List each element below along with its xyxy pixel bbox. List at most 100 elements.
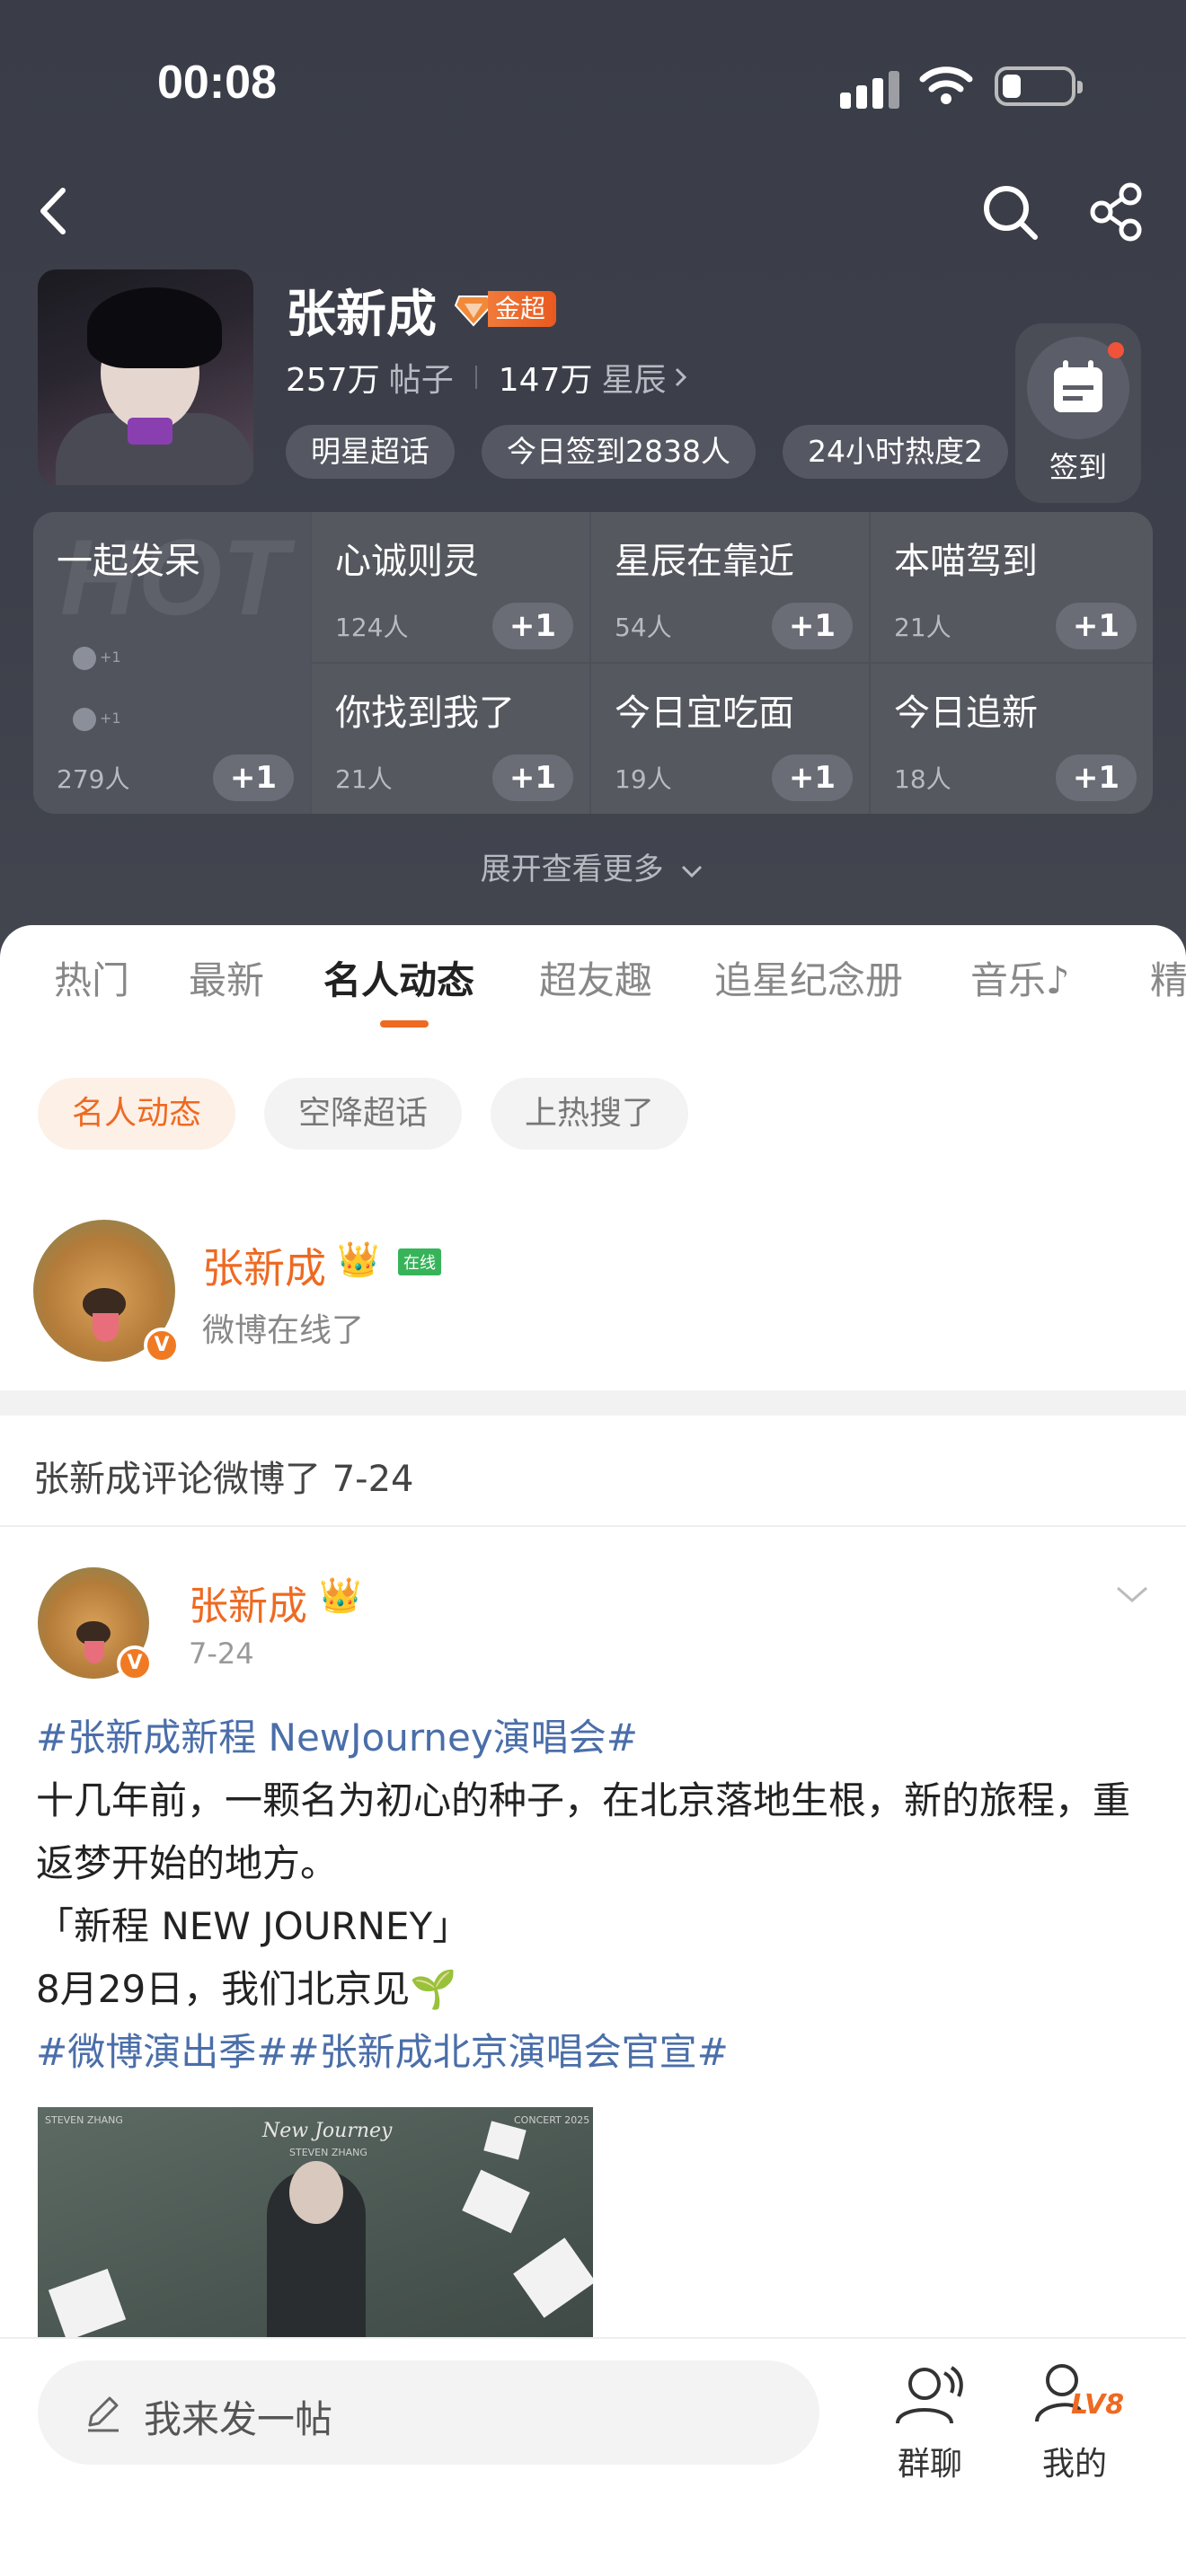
post-line: 「新程 NEW JOURNEY」 xyxy=(36,1904,471,1948)
post-date: 7-24 xyxy=(189,1636,254,1671)
my-profile-label: 我的 xyxy=(1041,2446,1107,2483)
activity-title: 心诚则灵 xyxy=(335,541,479,582)
section-divider xyxy=(0,1390,1186,1416)
subtab-surprise-visit[interactable]: 空降超话 xyxy=(264,1078,463,1150)
wifi-icon xyxy=(919,66,973,104)
activity-count: 21人 xyxy=(335,764,393,794)
post-hashtags[interactable]: #微博演出季##张新成北京演唱会官宣# xyxy=(36,2021,1150,2084)
chip-star-super-topic[interactable]: 明星超话 xyxy=(286,425,455,479)
post-line: 十几年前，一颗名为初心的种子，在北京落地生根，新的旅程，重返梦开始的地方。 xyxy=(36,1778,1131,1885)
topic-name: 张新成 xyxy=(286,286,437,344)
user-name[interactable]: 张新成 xyxy=(202,1236,326,1295)
checkin-label[interactable]: 签到 xyxy=(1015,445,1141,486)
battery-icon xyxy=(995,66,1083,106)
active-tab-indicator xyxy=(380,1020,429,1028)
poster-title: New Journey xyxy=(262,2120,393,2142)
search-icon[interactable] xyxy=(979,180,1042,243)
group-chat-label: 群聊 xyxy=(897,2446,962,2483)
mini-avatar xyxy=(73,708,96,731)
online-tag: 在线 xyxy=(398,1248,441,1275)
activity-card-hot[interactable]: HOT 一起发呆 +1 +1 279人 +1 xyxy=(33,512,310,814)
stars-label[interactable]: 星辰 xyxy=(601,354,666,401)
activity-card[interactable]: 星辰在靠近 54人 +1 xyxy=(591,512,869,662)
activity-count: 124人 xyxy=(335,613,409,642)
tab-music[interactable]: 音乐♪ xyxy=(970,950,1070,1005)
plus-one-button[interactable]: +1 xyxy=(1056,603,1137,649)
crown-icon: 👑 xyxy=(319,1575,362,1615)
posts-count: 257万 xyxy=(286,362,380,399)
chip-24h-heat[interactable]: 24小时热度2 xyxy=(782,425,1008,479)
expand-more-label: 展开查看更多 xyxy=(480,851,664,887)
my-profile-button[interactable]: LV8 我的 xyxy=(1021,2357,1128,2483)
status-bar: 00:08 xyxy=(0,0,1186,171)
plus-one-button[interactable]: +1 xyxy=(772,754,853,801)
activity-title: 今日追新 xyxy=(894,693,1038,734)
activity-title: 一起发呆 xyxy=(57,541,200,582)
mini-plus: +1 xyxy=(100,710,121,727)
activity-title: 本喵驾到 xyxy=(894,541,1038,582)
plus-one-button[interactable]: +1 xyxy=(492,603,573,649)
crown-icon: 👑 xyxy=(337,1239,380,1279)
chevron-down-icon xyxy=(682,865,703,878)
post-hashtag[interactable]: #张新成新程 NewJourney演唱会# xyxy=(36,1707,1150,1769)
tab-fan-fun[interactable]: 超友趣 xyxy=(539,950,652,1005)
activity-card[interactable]: 本喵驾到 21人 +1 xyxy=(871,512,1153,662)
chevron-down-icon[interactable] xyxy=(1114,1581,1150,1608)
plus-one-button[interactable]: +1 xyxy=(772,603,853,649)
activity-card[interactable]: 心诚则灵 124人 +1 xyxy=(312,512,589,662)
comment-activity-header: 张新成评论微博了 7-24 xyxy=(33,1459,414,1500)
compose-placeholder: 我来发一帖 xyxy=(144,2397,333,2441)
compose-post-input[interactable]: 我来发一帖 xyxy=(38,2360,819,2465)
posts-label: 帖子 xyxy=(388,362,454,399)
level-badge: LV8 xyxy=(1071,2389,1125,2421)
chip-today-checkins[interactable]: 今日签到2838人 xyxy=(482,425,756,479)
cellular-signal-icon xyxy=(840,67,899,109)
post-line: 8月29日，我们北京见🌱 xyxy=(36,1967,457,2011)
post-image[interactable]: STEVEN ZHANG CONCERT 2025 New Journey ST… xyxy=(38,2107,593,2337)
activity-count: 19人 xyxy=(615,764,672,794)
poster-top-left-text: STEVEN ZHANG xyxy=(45,2114,123,2126)
topic-avatar[interactable] xyxy=(38,269,253,485)
activity-title: 你找到我了 xyxy=(335,693,515,734)
plus-one-button[interactable]: +1 xyxy=(213,754,294,801)
subtab-trending[interactable]: 上热搜了 xyxy=(491,1078,689,1150)
activity-count: 21人 xyxy=(894,613,951,642)
poster-subtitle: STEVEN ZHANG xyxy=(289,2147,367,2158)
post-body: #张新成新程 NewJourney演唱会# 十几年前，一颗名为初心的种子，在北京… xyxy=(36,1707,1150,2084)
checkin-button[interactable] xyxy=(1027,337,1129,439)
tab-fan-album[interactable]: 追星纪念册 xyxy=(714,950,903,1005)
subtab-filters: 名人动态 空降超话 上热搜了 xyxy=(38,1078,717,1150)
back-arrow-icon[interactable] xyxy=(27,180,81,243)
activity-card[interactable]: 今日追新 18人 +1 xyxy=(871,664,1153,814)
group-chat-icon xyxy=(896,2366,963,2424)
activity-count: 279人 xyxy=(57,764,130,794)
content-tabs: 热门 最新 名人动态 超友趣 追星纪念册 音乐♪ 精 xyxy=(0,950,1186,1031)
tab-celebrity-updates[interactable]: 名人动态 xyxy=(323,950,474,1005)
mini-avatar xyxy=(73,647,96,670)
divider xyxy=(0,1525,1186,1527)
subtab-celebrity-updates[interactable]: 名人动态 xyxy=(38,1078,236,1150)
activity-count: 18人 xyxy=(894,764,951,794)
verified-badge: V xyxy=(117,1645,153,1681)
tab-latest[interactable]: 最新 xyxy=(189,950,264,1005)
group-chat-button[interactable]: 群聊 xyxy=(876,2357,984,2483)
plus-one-button[interactable]: +1 xyxy=(492,754,573,801)
post-author-name[interactable]: 张新成 xyxy=(189,1574,307,1631)
topic-stats: 257万 帖子 147万 星辰 xyxy=(286,354,691,401)
expand-more-button[interactable]: 展开查看更多 xyxy=(0,844,1186,888)
activity-count: 54人 xyxy=(615,613,672,642)
share-icon[interactable] xyxy=(1087,180,1150,243)
activity-title: 今日宜吃面 xyxy=(615,693,794,734)
mini-plus: +1 xyxy=(100,648,121,666)
tab-featured[interactable]: 精 xyxy=(1150,950,1186,1005)
poster-top-right-text: CONCERT 2025 xyxy=(514,2114,590,2126)
plus-one-button[interactable]: +1 xyxy=(1056,754,1137,801)
chevron-right-icon xyxy=(676,367,687,387)
activity-card[interactable]: 今日宜吃面 19人 +1 xyxy=(591,664,869,814)
pencil-icon xyxy=(88,2396,119,2432)
activity-title: 星辰在靠近 xyxy=(615,541,794,582)
activity-card[interactable]: 你找到我了 21人 +1 xyxy=(312,664,589,814)
tab-hot[interactable]: 热门 xyxy=(54,950,129,1005)
stars-count[interactable]: 147万 xyxy=(499,354,593,401)
gold-super-badge: 金超 xyxy=(454,289,557,329)
